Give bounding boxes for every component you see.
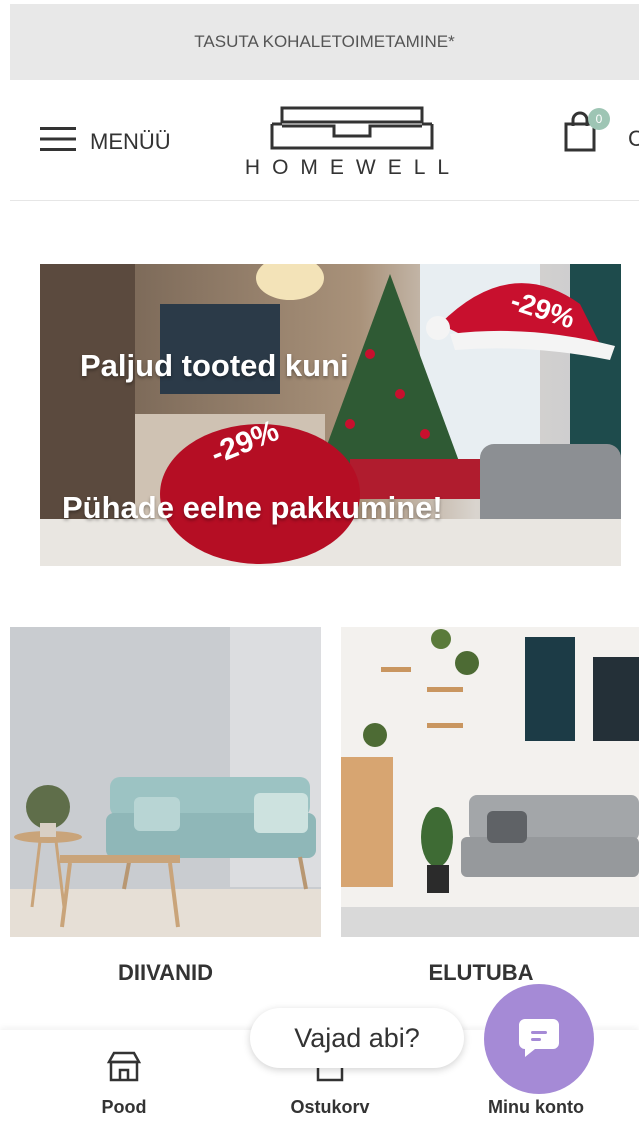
banner-subheadline: Pühade eelne pakkumine!	[62, 490, 443, 525]
help-prompt-text: Vajad abi?	[294, 1022, 420, 1053]
chat-icon	[517, 1015, 561, 1064]
menu-label: MENÜÜ	[90, 129, 171, 154]
nav-item-pood[interactable]: Pood	[64, 1048, 184, 1118]
chat-launcher-button[interactable]	[484, 984, 594, 1094]
header-divider	[10, 200, 639, 201]
category-card-diivanid[interactable]	[10, 627, 321, 937]
cart-count-badge: 0	[588, 108, 610, 130]
cart-bag-icon	[560, 111, 600, 158]
shop-icon	[106, 1051, 142, 1088]
sofa-image	[10, 627, 321, 937]
nav-label-pood: Pood	[101, 1097, 147, 1117]
cart-button[interactable]: 0 C	[560, 108, 639, 159]
promo-text: TASUTA KOHALETOIMETAMINE*	[194, 32, 455, 51]
cart-label: C	[628, 126, 639, 151]
homewell-logo[interactable]: HOMEWELL	[238, 102, 468, 192]
help-prompt-bubble[interactable]: Vajad abi?	[250, 1008, 464, 1068]
menu-button[interactable]: MENÜÜ	[40, 126, 171, 158]
living-room-image	[341, 627, 639, 937]
site-header: MENÜÜ HOMEWELL 0 C	[0, 80, 639, 200]
category-card-elutuba[interactable]	[341, 627, 639, 937]
brand-name: HOMEWELL	[244, 156, 462, 179]
nav-label-ostukorv: Ostukorv	[290, 1097, 370, 1117]
bag-icon	[312, 1049, 348, 1088]
category-label-elutuba[interactable]: ELUTUBA	[341, 960, 621, 986]
hamburger-icon	[40, 126, 76, 158]
nav-label-minu-konto: Minu konto	[488, 1097, 584, 1117]
banner-headline: Paljud tooted kuni	[80, 348, 349, 383]
category-label-diivanid[interactable]: DIIVANID	[10, 960, 321, 986]
promo-bar: TASUTA KOHALETOIMETAMINE*	[10, 4, 639, 80]
promo-banner[interactable]: Paljud tooted kuni -29% -29% Pühade eeln…	[40, 264, 621, 566]
